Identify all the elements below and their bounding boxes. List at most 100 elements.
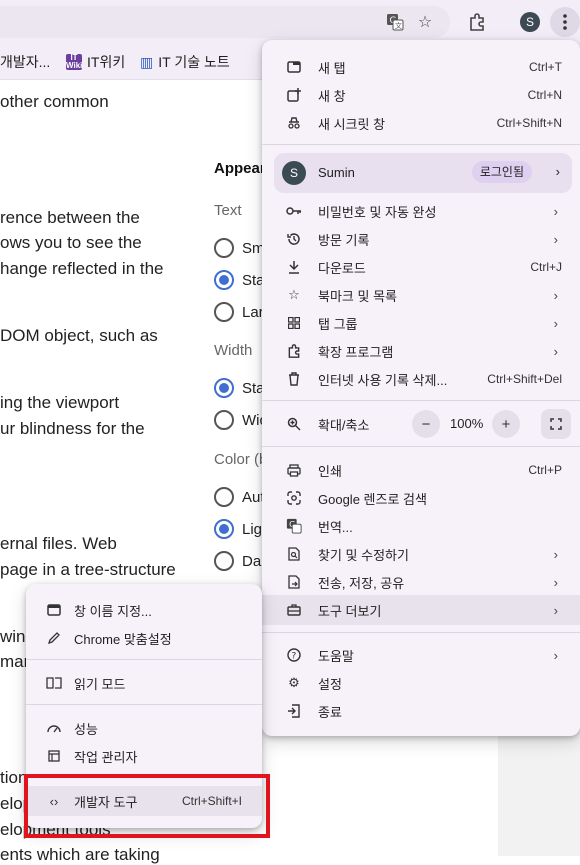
menu-divider [262,400,580,401]
help-icon: ? [286,647,302,663]
incognito-icon [286,115,302,131]
avatar: S [282,161,306,185]
page-text-line: page in a tree-structure [0,560,176,579]
menu-item-clear-data[interactable]: 인터넷 사용 기록 삭제... Ctrl+Shift+Del [262,365,580,393]
menu-label: 읽기 모드 [74,676,126,692]
menu-item-passwords[interactable]: 비밀번호 및 자동 완성 › [262,197,580,225]
submenu-item-reading-mode[interactable]: 읽기 모드 [26,669,262,697]
menu-item-google-lens[interactable]: Google 렌즈로 검색 [262,484,580,512]
chevron-right-icon: › [553,315,558,331]
radio-width-standard[interactable] [214,378,234,398]
radio-width-wide[interactable] [214,410,234,430]
submenu-item-customize-chrome[interactable]: Chrome 맞춤설정 [26,624,262,652]
menu-item-tab-groups[interactable]: 탭 그룹 › [262,309,580,337]
menu-item-history[interactable]: 방문 기록 › [262,225,580,253]
menu-item-translate[interactable]: G 번역... [262,512,580,540]
profile-name: Sumin [318,165,355,180]
menu-label: 방문 기록 [318,232,370,248]
menu-divider [262,632,580,633]
page-text-line: ur blindness for the [0,419,145,438]
svg-text:文: 文 [395,21,402,30]
chevron-right-icon: › [553,574,558,590]
menu-label: 비밀번호 및 자동 완성 [318,204,437,220]
reading-mode-icon [46,675,62,691]
menu-item-zoom: 확대/축소 − 100% + [262,409,580,439]
puzzle-icon[interactable] [463,8,491,36]
chevron-right-icon: › [553,231,558,247]
menu-item-settings[interactable]: ⚙ 설정 [262,669,580,697]
page-text-line: ernal files. Web [0,534,117,553]
bookmark-it-notes[interactable]: ▥ IT 기술 노트 [140,52,230,72]
translate-icon[interactable]: G文 [381,8,409,36]
menu-shortcut: Ctrl+Shift+Del [487,372,562,386]
svg-text:?: ? [292,652,297,662]
zoom-level: 100% [450,416,484,431]
profile-avatar[interactable]: S [516,8,544,36]
menu-item-incognito[interactable]: 새 시크릿 창 Ctrl+Shift+N [262,109,580,137]
menu-item-extensions[interactable]: 확장 프로그램 › [262,337,580,365]
window-icon [46,602,62,618]
menu-item-print[interactable]: 인쇄 Ctrl+P [262,456,580,484]
menu-label: 성능 [74,721,98,737]
share-icon [286,574,302,590]
vertical-dots-icon[interactable] [550,7,580,37]
menu-item-find[interactable]: 찾기 및 수정하기 › [262,540,580,568]
radio-label: Lar [242,304,264,321]
submenu-item-name-window[interactable]: 창 이름 지정... [26,596,262,624]
menu-label: 새 탭 [318,60,346,76]
radio-color-auto[interactable] [214,487,234,507]
pencil-icon [46,630,62,646]
radio-text-standard[interactable] [214,270,234,290]
color-label: Color (b [214,451,268,468]
submenu-item-performance[interactable]: 성능 [26,714,262,742]
toolbox-icon [286,602,302,618]
task-manager-icon [46,748,62,764]
menu-label: 새 시크릿 창 [318,116,386,132]
zoom-out-button[interactable]: − [412,410,440,438]
fullscreen-button[interactable] [541,409,571,439]
page-text-line: rence between the [0,208,140,227]
gear-icon: ⚙ [288,675,300,690]
menu-item-help[interactable]: ? 도움말 › [262,641,580,669]
menu-item-exit[interactable]: 종료 [262,697,580,725]
lens-icon [286,490,302,506]
history-icon [286,231,302,247]
menu-label: 번역... [318,519,353,535]
profile-row[interactable]: S Sumin 로그인됨 › [274,153,572,193]
download-icon [286,259,302,275]
gauge-icon [46,720,62,736]
radio-color-light[interactable] [214,519,234,539]
radio-text-small[interactable] [214,238,234,258]
star-icon[interactable]: ☆ [411,8,439,36]
chevron-right-icon: › [553,287,558,303]
submenu-item-task-manager[interactable]: 작업 관리자 [26,742,262,770]
menu-item-new-tab[interactable]: 새 탭 Ctrl+T [262,53,580,81]
fullscreen-icon [550,418,562,430]
menu-item-share[interactable]: 전송, 저장, 공유 › [262,568,580,596]
menu-label: 도구 더보기 [318,603,382,619]
radio-color-dark[interactable] [214,551,234,571]
menu-shortcut: Ctrl+P [528,463,562,477]
browser-toolbar: G文 ☆ S [0,0,580,44]
menu-label: 탭 그룹 [318,316,358,332]
bookmark-devsite[interactable]: 개발자... [0,52,50,72]
menu-label: 창 이름 지정... [74,603,152,619]
menu-item-new-window[interactable]: 새 창 Ctrl+N [262,81,580,109]
page-text-line: hange reflected in the [0,259,164,278]
chevron-right-icon: › [553,602,558,618]
zoom-in-button[interactable]: + [492,410,520,438]
page-text-line: other common [0,92,109,111]
book-icon: ▥ [140,53,154,70]
menu-divider [262,446,580,447]
menu-label: 인쇄 [318,463,342,479]
bookmark-label: 개발자... [0,54,51,70]
bookmark-itwiki[interactable]: IT Wiki IT위키 [66,52,125,72]
menu-item-bookmarks[interactable]: ☆ 북마크 및 목록 › [262,281,580,309]
star-icon: ☆ [288,287,300,302]
menu-item-downloads[interactable]: 다운로드 Ctrl+J [262,253,580,281]
radio-text-large[interactable] [214,302,234,322]
translate-icon: G [286,518,302,534]
menu-divider [26,704,262,705]
menu-item-more-tools[interactable]: 도구 더보기 › [262,595,580,625]
new-window-icon [286,87,302,103]
